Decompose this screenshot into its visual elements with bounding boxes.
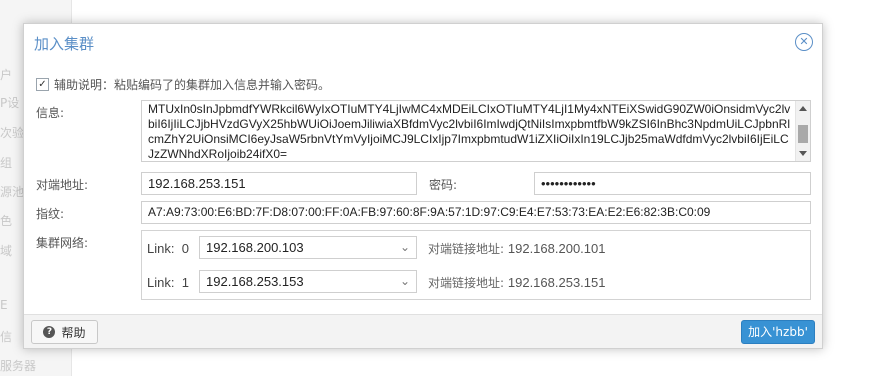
peer-link-label: 对端链接地址: [428, 242, 505, 256]
cluster-network-label: 集群网络: [36, 236, 89, 250]
peer-address-label: 对端地址: [36, 178, 89, 192]
link-label: Link: 0 [147, 241, 189, 256]
link1-select[interactable]: 192.168.253.153 ⌄ [199, 270, 417, 293]
join-cluster-dialog: 加入集群 ✕ ✓ 辅助说明：粘贴编码了的集群加入信息并输入密码。 信息: MTU… [23, 23, 823, 349]
bg-item: 组 [0, 156, 13, 170]
password-label: 密码: [429, 178, 458, 192]
help-button[interactable]: ? 帮助 [31, 320, 98, 344]
dialog-body: ✓ 辅助说明：粘贴编码了的集群加入信息并输入密码。 信息: MTUxIn0sIn… [24, 60, 822, 316]
question-icon: ? [43, 326, 56, 338]
bg-item: 源池 [0, 185, 25, 199]
link0-peer: 对端链接地址: 192.168.200.101 [428, 240, 605, 257]
peer-address-input[interactable]: 192.168.253.151 [141, 172, 417, 195]
link0-select[interactable]: 192.168.200.103 ⌄ [199, 236, 417, 259]
bg-item: 户 [0, 68, 13, 82]
scrollbar[interactable] [795, 101, 810, 161]
chevron-down-icon[interactable]: ⌄ [400, 237, 410, 258]
assist-toggle[interactable]: ✓ 辅助说明：粘贴编码了的集群加入信息并输入密码。 [36, 76, 330, 92]
scroll-up-icon[interactable] [799, 106, 807, 111]
link-label-text: Link: [147, 275, 175, 290]
bg-item: 色 [0, 214, 13, 228]
assist-label: 辅助说明：粘贴编码了的集群加入信息并输入密码。 [54, 77, 331, 92]
cluster-network-group: Link: 0 192.168.200.103 ⌄ 对端链接地址: 192.16… [141, 230, 811, 300]
dialog-title: 加入集群 [34, 35, 95, 53]
scroll-down-icon[interactable] [799, 151, 807, 156]
assist-checkbox[interactable]: ✓ [36, 77, 49, 91]
link-label-text: Link: [147, 241, 175, 256]
bg-item: 服务器 [0, 359, 37, 373]
bg-item: 域 [0, 244, 13, 258]
help-button-label: 帮助 [61, 325, 86, 340]
bg-item: 次验 [0, 126, 25, 140]
close-icon[interactable]: ✕ [795, 33, 813, 51]
bg-item: 信 [0, 330, 13, 344]
link0-value: 192.168.200.103 [206, 240, 304, 255]
password-input[interactable]: •••••••••••• [534, 172, 811, 195]
link1-value: 192.168.253.153 [206, 274, 304, 289]
info-text: MTUxIn0sInJpbmdfYWRkcil6WyIxOTIuMTY4LjIw… [148, 102, 791, 161]
peer-link-label: 对端链接地址: [428, 276, 505, 290]
fingerprint-label: 指纹: [36, 207, 65, 221]
dialog-footer: ? 帮助 加入'hzbb' [24, 314, 822, 348]
info-textarea[interactable]: MTUxIn0sInJpbmdfYWRkcil6WyIxOTIuMTY4LjIw… [141, 100, 811, 162]
peer-link-address: 192.168.253.151 [507, 275, 606, 290]
join-button[interactable]: 加入'hzbb' [741, 320, 815, 344]
dialog-header: 加入集群 ✕ [24, 24, 822, 60]
link-number: 0 [181, 241, 189, 256]
fingerprint-input[interactable]: A7:A9:73:00:E6:BD:7F:D8:07:00:FF:0A:FB:9… [141, 201, 811, 224]
link-number: 1 [181, 275, 189, 290]
link-label: Link: 1 [147, 275, 189, 290]
scroll-thumb[interactable] [798, 125, 808, 143]
link1-peer: 对端链接地址: 192.168.253.151 [428, 274, 605, 291]
peer-link-address: 192.168.200.101 [507, 241, 606, 256]
bg-item: P设 [0, 96, 20, 110]
info-label: 信息: [36, 106, 65, 120]
bg-item: E [0, 298, 8, 312]
chevron-down-icon[interactable]: ⌄ [400, 271, 410, 292]
